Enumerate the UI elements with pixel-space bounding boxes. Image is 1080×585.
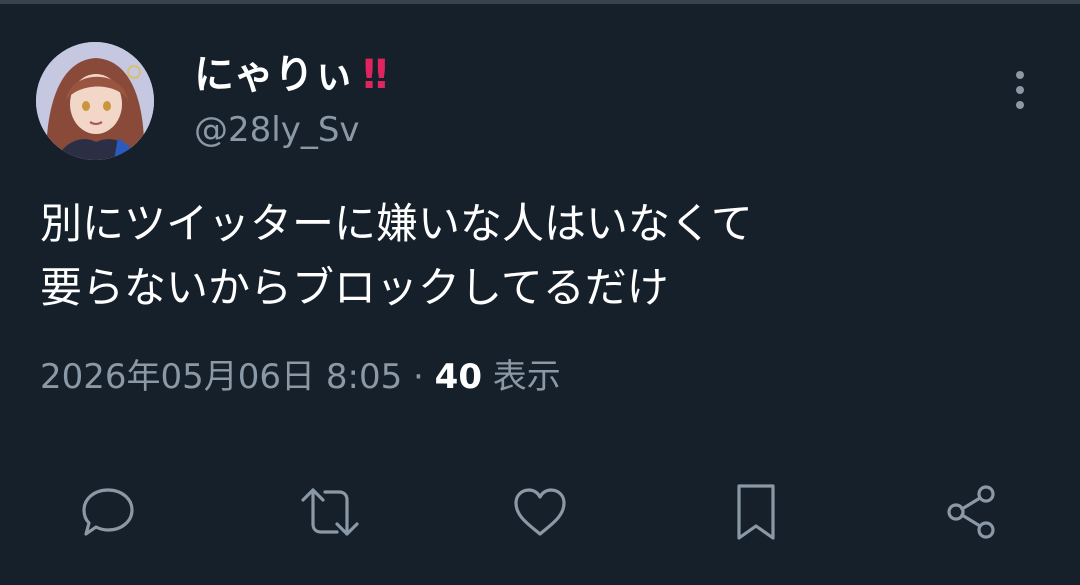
tweet-meta: 2026年05月06日 8:05 · 40 表示 xyxy=(40,350,561,404)
bookmark-icon xyxy=(737,484,775,540)
tweet-text-line: 別にツイッターに嫌いな人はいなくて xyxy=(40,199,753,248)
user-handle[interactable]: @28ly_Sv xyxy=(194,108,360,152)
reply-button[interactable] xyxy=(68,472,148,552)
tweet-text: 別にツイッターに嫌いな人はいなくて 要らないからブロックしてるだけ xyxy=(40,192,1040,320)
share-icon xyxy=(947,485,995,539)
display-name-text: にゃりぃ xyxy=(194,52,354,98)
double-exclamation-emoji: !! xyxy=(360,52,391,98)
views-count: 40 xyxy=(434,357,482,397)
bookmark-button[interactable] xyxy=(716,472,796,552)
heart-icon xyxy=(514,488,566,536)
tweet-actions xyxy=(0,472,1080,552)
timestamp[interactable]: 2026年05月06日 8:05 xyxy=(40,357,402,397)
avatar[interactable] xyxy=(36,42,154,160)
share-button[interactable] xyxy=(932,472,1012,552)
views-label: 表示 xyxy=(492,357,561,397)
like-button[interactable] xyxy=(500,472,580,552)
retweet-button[interactable] xyxy=(290,472,370,552)
more-options-button[interactable] xyxy=(1000,62,1040,118)
meta-separator: · xyxy=(402,357,435,397)
top-divider xyxy=(0,0,1080,4)
reply-icon xyxy=(82,488,134,536)
display-name[interactable]: にゃりぃ !! xyxy=(194,50,391,100)
retweet-icon xyxy=(301,488,359,536)
more-vertical-icon xyxy=(1016,71,1024,109)
tweet-text-line: 要らないからブロックしてるだけ xyxy=(40,263,669,312)
